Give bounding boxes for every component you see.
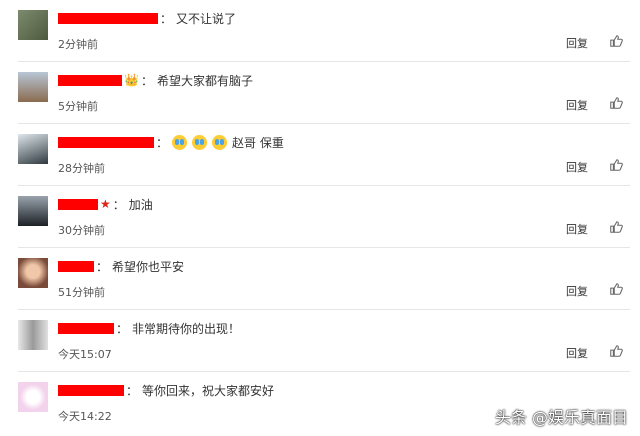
like-icon[interactable] bbox=[609, 96, 623, 110]
like-icon[interactable] bbox=[609, 158, 623, 172]
like-icon[interactable] bbox=[609, 220, 623, 234]
avatar[interactable] bbox=[18, 134, 48, 164]
crying-emoji-icon bbox=[172, 134, 188, 150]
crying-emoji-icon bbox=[192, 134, 208, 150]
comment-item: ： 非常期待你的出现！ 今天15:07 回复 bbox=[0, 310, 640, 372]
watermark: 头条 @娱乐真面目 bbox=[494, 408, 628, 427]
reply-button[interactable]: 回复 bbox=[566, 97, 588, 113]
avatar[interactable] bbox=[18, 258, 48, 288]
comment-text: 希望你也平安 bbox=[112, 259, 185, 274]
comment-page: { "comments": [ {"text": "又不让说了", "time"… bbox=[0, 0, 640, 436]
comment-time: 今天15:07 bbox=[58, 348, 112, 361]
comment-time: 2分钟前 bbox=[58, 38, 98, 51]
crying-emoji-icon bbox=[212, 134, 228, 150]
comment-time: 30分钟前 bbox=[58, 224, 105, 237]
avatar[interactable] bbox=[18, 382, 48, 412]
star-icon: ★ bbox=[100, 197, 111, 211]
crown-icon: 👑 bbox=[124, 73, 139, 87]
comment-item: ： 赵哥 保重 28分钟前 回复 bbox=[0, 124, 640, 186]
comment-time: 51分钟前 bbox=[58, 286, 105, 299]
comment-time: 28分钟前 bbox=[58, 162, 105, 175]
reply-button[interactable]: 回复 bbox=[566, 345, 588, 361]
comment-text: 希望大家都有脑子 bbox=[156, 73, 253, 88]
username-redaction bbox=[58, 136, 154, 148]
comment-text: 又不让说了 bbox=[176, 11, 237, 26]
comment-item: ： 又不让说了 2分钟前 回复 bbox=[0, 0, 640, 62]
comment-item: 👑 ： 希望大家都有脑子 5分钟前 回复 bbox=[0, 62, 640, 124]
username-redaction bbox=[58, 384, 124, 396]
comment-item: ： 希望你也平安 51分钟前 回复 bbox=[0, 248, 640, 310]
comment-text: 加油 bbox=[128, 197, 153, 212]
reply-button[interactable]: 回复 bbox=[566, 35, 588, 51]
avatar[interactable] bbox=[18, 10, 48, 40]
comment-time: 5分钟前 bbox=[58, 100, 98, 113]
username-redaction bbox=[58, 74, 122, 86]
username-redaction bbox=[58, 198, 98, 210]
avatar[interactable] bbox=[18, 196, 48, 226]
reply-button[interactable]: 回复 bbox=[566, 283, 588, 299]
comment-time: 今天14:22 bbox=[58, 410, 112, 423]
comment-text: 非常期待你的出现！ bbox=[132, 321, 241, 336]
comment-text: 赵哥 保重 bbox=[232, 135, 284, 150]
comment-item: ★ ： 加油 30分钟前 回复 bbox=[0, 186, 640, 248]
username-redaction bbox=[58, 322, 114, 334]
avatar[interactable] bbox=[18, 320, 48, 350]
reply-button[interactable]: 回复 bbox=[566, 221, 588, 237]
like-icon[interactable] bbox=[609, 344, 623, 358]
username-redaction bbox=[58, 260, 94, 272]
username-redaction bbox=[58, 12, 158, 24]
like-icon[interactable] bbox=[609, 34, 623, 48]
comment-text: 等你回来，祝大家都安好 bbox=[142, 383, 275, 398]
reply-button[interactable]: 回复 bbox=[566, 159, 588, 175]
like-icon[interactable] bbox=[609, 282, 623, 296]
avatar[interactable] bbox=[18, 72, 48, 102]
